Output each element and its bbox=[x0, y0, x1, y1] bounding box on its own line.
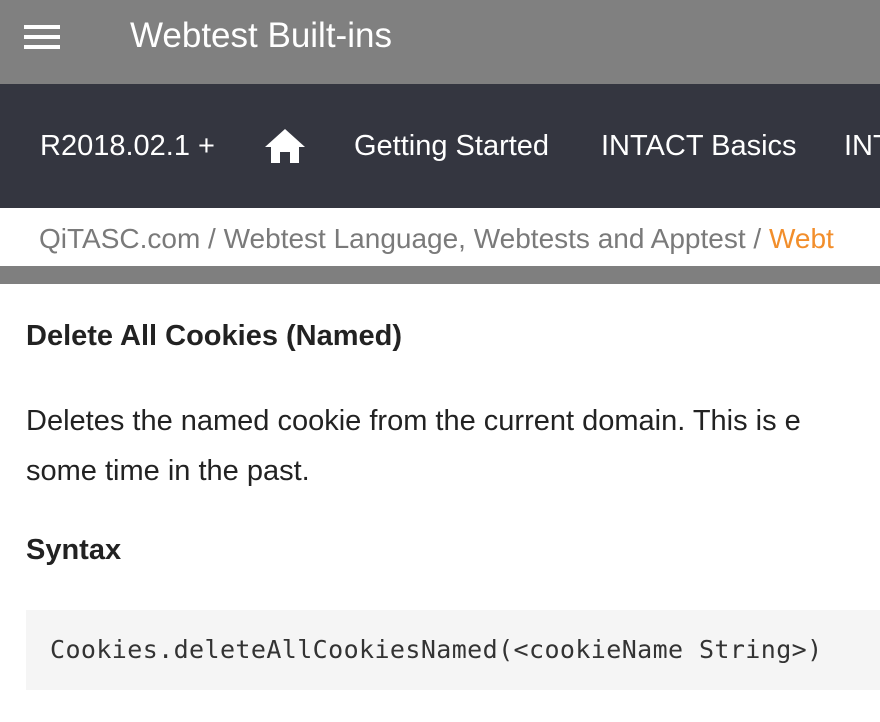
divider-strip bbox=[0, 266, 880, 284]
breadcrumb-separator: / bbox=[200, 223, 224, 254]
nav-item-truncated[interactable]: INT bbox=[844, 84, 880, 208]
code-block: Cookies.deleteAllCookiesNamed(<cookieNam… bbox=[26, 610, 880, 690]
breadcrumb: QiTASC.com / Webtest Language, Webtests … bbox=[0, 208, 880, 268]
section-heading: Delete All Cookies (Named) bbox=[26, 320, 403, 352]
version-selector[interactable]: R2018.02.1 + bbox=[40, 84, 215, 208]
breadcrumb-link-webtest-language[interactable]: Webtest Language, Webtests and Apptest bbox=[224, 223, 746, 254]
home-icon[interactable] bbox=[264, 128, 306, 164]
app-bar: Webtest Built-ins bbox=[0, 0, 880, 84]
breadcrumb-separator: / bbox=[745, 223, 769, 254]
page: Webtest Built-ins R2018.02.1 + Getting S… bbox=[0, 0, 880, 722]
nav-item-getting-started[interactable]: Getting Started bbox=[354, 84, 549, 208]
breadcrumb-current: Webt bbox=[768, 223, 834, 254]
nav-item-intact-basics[interactable]: INTACT Basics bbox=[601, 84, 797, 208]
breadcrumb-link-qitasc[interactable]: QiTASC.com bbox=[39, 223, 200, 254]
description-line-1: Deletes the named cookie from the curren… bbox=[26, 405, 801, 437]
code-text: Cookies.deleteAllCookiesNamed(<cookieNam… bbox=[50, 635, 823, 664]
description-line-2: some time in the past. bbox=[26, 455, 310, 487]
hamburger-menu-icon[interactable] bbox=[24, 24, 60, 50]
app-title: Webtest Built-ins bbox=[130, 16, 392, 55]
syntax-heading: Syntax bbox=[26, 534, 122, 566]
description: Deletes the named cookie from the curren… bbox=[26, 396, 880, 496]
top-navigation: R2018.02.1 + Getting Started INTACT Basi… bbox=[0, 84, 880, 208]
